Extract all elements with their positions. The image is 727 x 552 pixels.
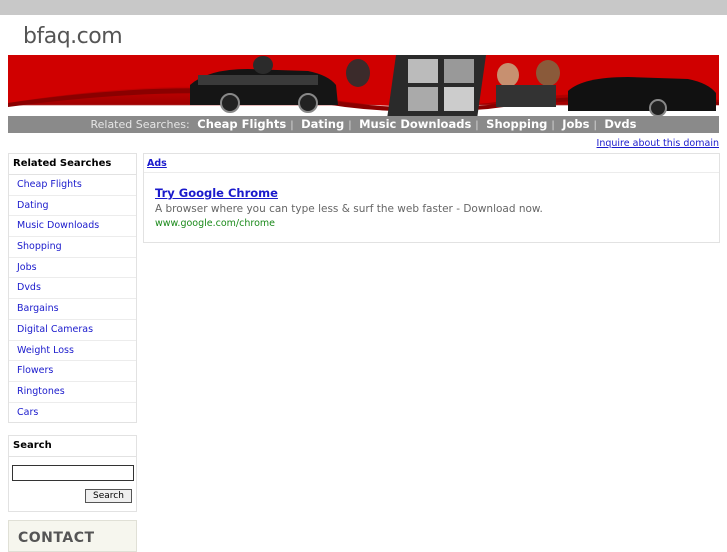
search-button[interactable]: Search bbox=[85, 489, 132, 503]
ad-url-link[interactable]: www.google.com/chrome bbox=[155, 218, 275, 229]
separator: | bbox=[475, 120, 479, 131]
related-link-music-downloads[interactable]: Music Downloads bbox=[359, 117, 471, 131]
ad-description: A browser where you can type less & surf… bbox=[155, 203, 543, 215]
related-searches-label: Related Searches: bbox=[90, 118, 190, 131]
search-box: Search Search bbox=[8, 435, 137, 512]
related-link-dvds[interactable]: Dvds bbox=[604, 117, 636, 131]
search-heading: Search bbox=[9, 436, 136, 457]
sidebar-item-cars[interactable]: Cars bbox=[9, 403, 136, 423]
sidebar-item-weight-loss[interactable]: Weight Loss bbox=[9, 341, 136, 362]
related-link-dating[interactable]: Dating bbox=[301, 117, 344, 131]
related-link-shopping[interactable]: Shopping bbox=[486, 117, 547, 131]
search-input[interactable] bbox=[12, 465, 134, 481]
related-searches-heading: Related Searches bbox=[9, 154, 136, 175]
contact-box: CONTACT bbox=[8, 520, 137, 552]
header-banner bbox=[8, 55, 719, 117]
sidebar-item-digital-cameras[interactable]: Digital Cameras bbox=[9, 320, 136, 341]
related-searches-box: Related Searches Cheap Flights Dating Mu… bbox=[8, 153, 137, 423]
related-link-cheap-flights[interactable]: Cheap Flights bbox=[197, 117, 286, 131]
sidebar-item-dating[interactable]: Dating bbox=[9, 196, 136, 217]
top-bar bbox=[0, 0, 727, 15]
sidebar-item-ringtones[interactable]: Ringtones bbox=[9, 382, 136, 403]
sidebar-item-flowers[interactable]: Flowers bbox=[9, 361, 136, 382]
film-strip-illustration bbox=[387, 55, 486, 117]
separator: | bbox=[593, 120, 597, 131]
separator: | bbox=[290, 120, 294, 131]
banner-graphic bbox=[8, 55, 719, 117]
ads-divider bbox=[144, 172, 719, 173]
related-searches-bar: Related Searches: Cheap Flights | Dating |… bbox=[8, 116, 719, 133]
sidebar-item-jobs[interactable]: Jobs bbox=[9, 258, 136, 279]
separator: | bbox=[348, 120, 352, 131]
related-link-jobs[interactable]: Jobs bbox=[562, 117, 589, 131]
inquire-domain-link[interactable]: Inquire about this domain bbox=[597, 138, 719, 149]
sidebar-item-cheap-flights[interactable]: Cheap Flights bbox=[9, 175, 136, 196]
limousine-left-illustration bbox=[190, 69, 338, 113]
sidebar-item-dvds[interactable]: Dvds bbox=[9, 278, 136, 300]
ads-label[interactable]: Ads bbox=[147, 158, 167, 169]
separator: | bbox=[551, 120, 555, 131]
sidebar-item-music-downloads[interactable]: Music Downloads bbox=[9, 216, 136, 238]
sidebar-item-shopping[interactable]: Shopping bbox=[9, 237, 136, 258]
ad-title-link[interactable]: Try Google Chrome bbox=[155, 186, 278, 200]
site-title: bfaq.com bbox=[23, 24, 123, 49]
limousine-right-illustration bbox=[568, 77, 716, 117]
contact-heading: CONTACT bbox=[18, 530, 95, 546]
sidebar-item-bargains[interactable]: Bargains bbox=[9, 299, 136, 320]
ads-box: Ads Try Google Chrome A browser where yo… bbox=[143, 153, 720, 243]
